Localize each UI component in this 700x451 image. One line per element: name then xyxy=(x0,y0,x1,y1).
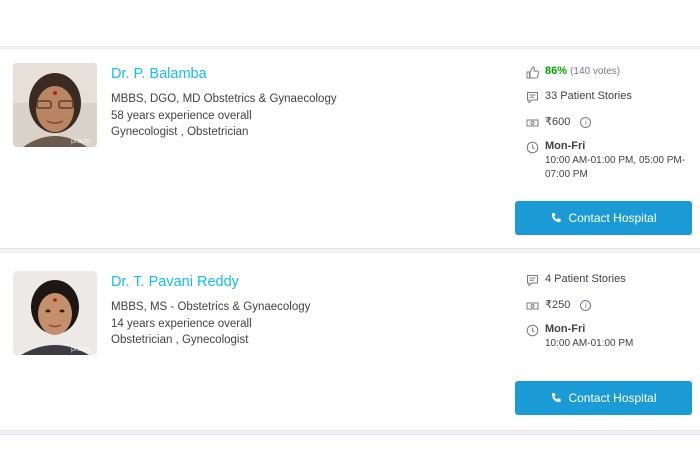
money-icon xyxy=(526,116,539,129)
stories-row[interactable]: 33 Patient Stories xyxy=(526,90,696,115)
thumbs-up-icon xyxy=(526,66,539,79)
stories-count[interactable]: 33 Patient Stories xyxy=(545,90,632,102)
specialty-text: Obstetrician , Gynecologist xyxy=(111,334,249,346)
info-icon[interactable]: i xyxy=(580,116,592,128)
timings-row: Mon-Fri 10:00 AM-01:00 PM xyxy=(526,323,696,351)
next-card-edge xyxy=(0,434,700,451)
contact-hospital-button[interactable]: Contact Hospital xyxy=(515,381,692,415)
money-icon xyxy=(526,299,539,312)
clock-icon xyxy=(526,324,539,337)
timings-text: 10:00 AM-01:00 PM xyxy=(545,338,634,349)
consultation-fee: ₹250 xyxy=(545,299,571,311)
experience-text: 14 years experience overall xyxy=(111,317,252,330)
days-text: Mon-Fri xyxy=(545,140,586,152)
doctor-meta: 86% (140 votes) 33 Patient Stories ₹600 … xyxy=(526,65,696,182)
contact-hospital-label: Contact Hospital xyxy=(568,391,657,405)
doctor-card: practo Dr. P. Balamba MBBS, DGO, MD Obst… xyxy=(0,48,700,249)
top-strip xyxy=(0,0,700,47)
stories-row[interactable]: 4 Patient Stories xyxy=(526,273,696,298)
watermark: practo xyxy=(71,138,91,145)
doctor-name-link[interactable]: Dr. P. Balamba xyxy=(111,66,207,82)
clock-icon xyxy=(526,141,539,154)
contact-hospital-label: Contact Hospital xyxy=(568,211,657,225)
qualification-text: MBBS, DGO, MD Obstetrics & Gynaecology xyxy=(111,93,337,105)
days-text: Mon-Fri xyxy=(545,323,586,335)
timings-text: 10:00 AM-01:00 PM, 05:00 PM-07:00 PM xyxy=(545,155,686,180)
doctor-photo[interactable]: practo xyxy=(13,271,97,355)
watermark: practo xyxy=(71,346,91,353)
doctor-info: MBBS, DGO, MD Obstetrics & Gynaecology 5… xyxy=(111,91,337,141)
experience-text: 58 years experience overall xyxy=(111,109,252,122)
fee-row: ₹250 i xyxy=(526,298,696,323)
chat-icon xyxy=(526,274,539,287)
fee-row: ₹600 i xyxy=(526,115,696,140)
doctor-listing-page: practo Dr. P. Balamba MBBS, DGO, MD Obst… xyxy=(0,0,700,451)
rating-row: 86% (140 votes) xyxy=(526,65,696,90)
contact-hospital-button[interactable]: Contact Hospital xyxy=(515,201,692,235)
doctor-photo[interactable]: practo xyxy=(13,63,97,147)
phone-icon xyxy=(552,213,562,223)
timings-row: Mon-Fri 10:00 AM-01:00 PM, 05:00 PM-07:0… xyxy=(526,140,696,182)
doctor-name-link[interactable]: Dr. T. Pavani Reddy xyxy=(111,274,239,290)
phone-icon xyxy=(552,393,562,403)
doctor-meta: 4 Patient Stories ₹250 i Mon-Fri 10:00 A… xyxy=(526,273,696,351)
stories-count[interactable]: 4 Patient Stories xyxy=(545,273,626,285)
doctor-card: practo Dr. T. Pavani Reddy MBBS, MS - Ob… xyxy=(0,252,700,431)
doctor-info: MBBS, MS - Obstetrics & Gynaecology 14 y… xyxy=(111,299,310,349)
chat-icon xyxy=(526,91,539,104)
qualification-text: MBBS, MS - Obstetrics & Gynaecology xyxy=(111,301,311,313)
votes-count: (140 votes) xyxy=(570,66,621,77)
rating-percent: 86% xyxy=(545,65,568,77)
info-icon[interactable]: i xyxy=(580,299,592,311)
specialty-text: Gynecologist , Obstetrician xyxy=(111,126,249,138)
consultation-fee: ₹600 xyxy=(545,116,571,128)
